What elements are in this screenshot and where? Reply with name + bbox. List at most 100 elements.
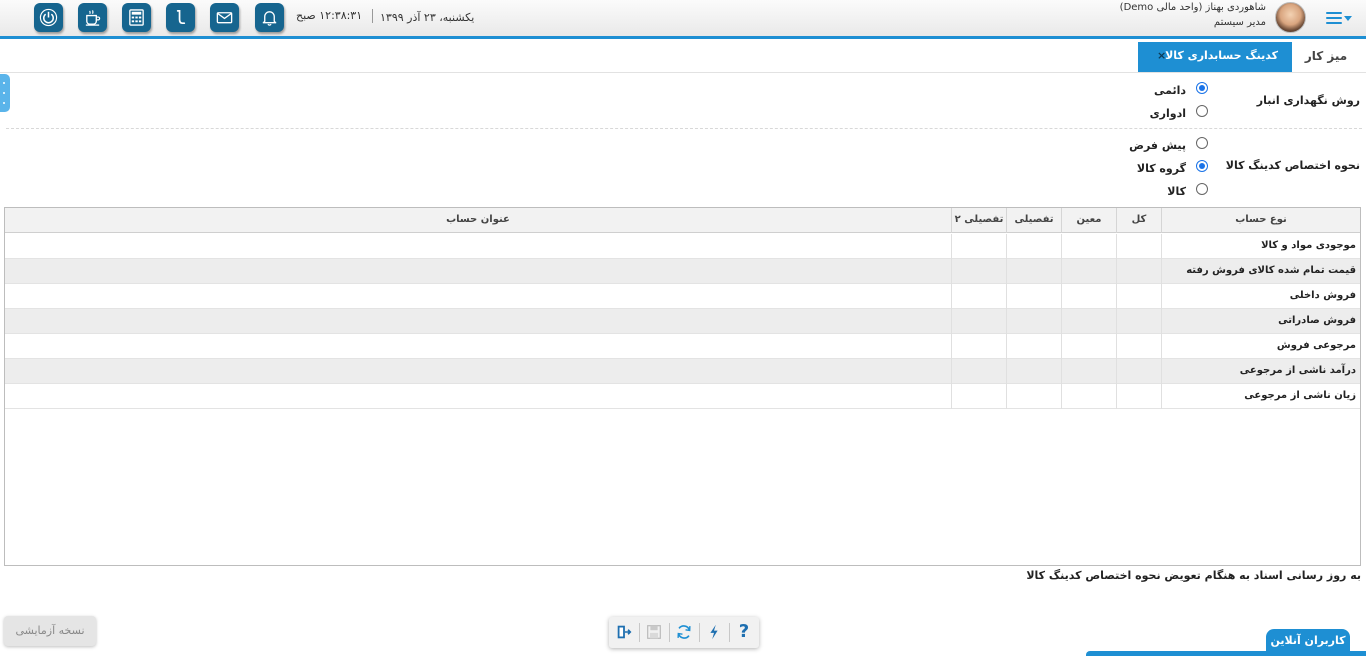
table-cell[interactable]: [5, 234, 951, 259]
mail-button[interactable]: [210, 3, 239, 32]
account-type-text: فروش داخلی: [1289, 290, 1356, 301]
calculator-button[interactable]: [122, 3, 151, 32]
power-icon: [39, 8, 58, 27]
bottom-toolbar: ?: [609, 617, 759, 648]
table-cell[interactable]: [951, 334, 1006, 359]
exit-icon: [617, 625, 632, 639]
table-cell[interactable]: [1116, 309, 1161, 334]
table-cell[interactable]: [5, 309, 951, 334]
table-cell[interactable]: [1061, 259, 1116, 284]
cell-account-type: قیمت تمام شده کالای فروش رفته: [1161, 259, 1360, 284]
account-type-text: قیمت تمام شده کالای فروش رفته: [1186, 265, 1356, 276]
table-cell[interactable]: [951, 309, 1006, 334]
table-cell[interactable]: [1006, 284, 1061, 309]
table-cell[interactable]: [951, 359, 1006, 384]
table-cell[interactable]: [1116, 284, 1161, 309]
calculator-icon: [129, 9, 144, 26]
accounts-grid: نوع حساب کل معین تفصیلی تفصیلی ۲ عنوان ح…: [4, 207, 1361, 566]
radio-product-label: کالا: [1167, 185, 1186, 198]
table-cell[interactable]: [1061, 234, 1116, 259]
coffee-button[interactable]: [78, 3, 107, 32]
radio-periodic-label: ادواری: [1149, 107, 1186, 120]
save-icon: [647, 625, 661, 639]
table-cell[interactable]: [1116, 334, 1161, 359]
avatar[interactable]: [1275, 2, 1306, 33]
online-users-bar: [1086, 651, 1366, 656]
demo-version-badge: نسخه آزمایشی: [4, 616, 96, 646]
column-general[interactable]: کل: [1116, 208, 1161, 233]
tab-product-accounting-coding[interactable]: کدینگ حسابداری کالا ×: [1138, 42, 1292, 72]
table-row[interactable]: زیان ناشی از مرجوعی: [5, 384, 1360, 409]
cell-account-type: مرجوعی فروش: [1161, 334, 1360, 359]
table-cell[interactable]: [1061, 359, 1116, 384]
radio-product-group-label: گروه کالا: [1136, 162, 1186, 175]
refresh-button[interactable]: [671, 620, 697, 645]
account-type-text: موجودی مواد و کالا: [1261, 240, 1356, 251]
phone-button[interactable]: [166, 3, 195, 32]
table-cell[interactable]: [1006, 259, 1061, 284]
table-cell[interactable]: [1116, 234, 1161, 259]
account-type-text: زیان ناشی از مرجوعی: [1244, 390, 1356, 401]
tab-label: کدینگ حسابداری کالا: [1165, 49, 1278, 62]
grid-header: نوع حساب کل معین تفصیلی تفصیلی ۲ عنوان ح…: [5, 208, 1360, 233]
column-detail-2[interactable]: تفصیلی ۲: [951, 208, 1006, 233]
table-cell[interactable]: [951, 259, 1006, 284]
table-cell[interactable]: [951, 384, 1006, 409]
table-cell[interactable]: [1006, 384, 1061, 409]
table-cell[interactable]: [1061, 384, 1116, 409]
table-cell[interactable]: [5, 359, 951, 384]
power-button[interactable]: [34, 3, 63, 32]
table-cell[interactable]: [951, 284, 1006, 309]
table-row[interactable]: مرجوعی فروش: [5, 334, 1360, 359]
table-cell[interactable]: [1116, 359, 1161, 384]
exit-button[interactable]: [611, 620, 637, 645]
column-detail[interactable]: تفصیلی: [1006, 208, 1061, 233]
table-cell[interactable]: [1116, 384, 1161, 409]
table-cell[interactable]: [5, 384, 951, 409]
table-row[interactable]: موجودی مواد و کالا: [5, 234, 1360, 259]
chevron-down-icon: [1344, 16, 1352, 21]
table-cell[interactable]: [1006, 309, 1061, 334]
table-cell[interactable]: [1006, 234, 1061, 259]
table-row[interactable]: قیمت تمام شده کالای فروش رفته: [5, 259, 1360, 284]
table-cell[interactable]: [1061, 334, 1116, 359]
table-cell[interactable]: [1006, 334, 1061, 359]
cell-account-type: فروش صادراتی: [1161, 309, 1360, 334]
table-cell[interactable]: [951, 234, 1006, 259]
notifications-button[interactable]: [255, 3, 284, 32]
side-panel-handle[interactable]: [0, 74, 10, 112]
table-row[interactable]: فروش صادراتی: [5, 309, 1360, 334]
table-row[interactable]: درآمد ناشی از مرجوعی: [5, 359, 1360, 384]
table-cell[interactable]: [5, 259, 951, 284]
table-row[interactable]: فروش داخلی: [5, 284, 1360, 309]
column-account-type[interactable]: نوع حساب: [1161, 208, 1360, 233]
close-icon[interactable]: ×: [1157, 42, 1166, 70]
column-account-title[interactable]: عنوان حساب: [5, 208, 951, 233]
tab-desk[interactable]: میز کار: [1294, 43, 1358, 71]
radio-product[interactable]: [1196, 183, 1208, 195]
bell-icon: [262, 11, 277, 26]
table-cell[interactable]: [5, 334, 951, 359]
table-cell[interactable]: [1061, 309, 1116, 334]
coding-method-label: نحوه اختصاص کدینگ کالا: [1225, 159, 1360, 172]
coffee-icon: [85, 10, 101, 26]
phone-icon: [176, 9, 186, 25]
radio-perpetual[interactable]: [1196, 82, 1208, 94]
online-users-tab[interactable]: کاربران آنلاین: [1266, 629, 1350, 653]
save-button[interactable]: [641, 620, 667, 645]
update-docs-label: به روز رسانی اسناد به هنگام تعویض نحوه ا…: [1026, 569, 1361, 582]
flash-button[interactable]: [701, 620, 727, 645]
table-cell[interactable]: [5, 284, 951, 309]
table-cell[interactable]: [1006, 359, 1061, 384]
help-icon[interactable]: ?: [731, 620, 757, 645]
inventory-method-label: روش نگهداری انبار: [1256, 94, 1360, 107]
table-cell[interactable]: [1116, 259, 1161, 284]
table-cell[interactable]: [1061, 284, 1116, 309]
radio-perpetual-label: دائمی: [1153, 84, 1186, 97]
radio-product-group[interactable]: [1196, 160, 1208, 172]
menu-icon: [1326, 12, 1342, 14]
column-subsidiary[interactable]: معین: [1061, 208, 1116, 233]
radio-default[interactable]: [1196, 137, 1208, 149]
radio-periodic[interactable]: [1196, 105, 1208, 117]
main-menu-button[interactable]: [1324, 8, 1354, 28]
